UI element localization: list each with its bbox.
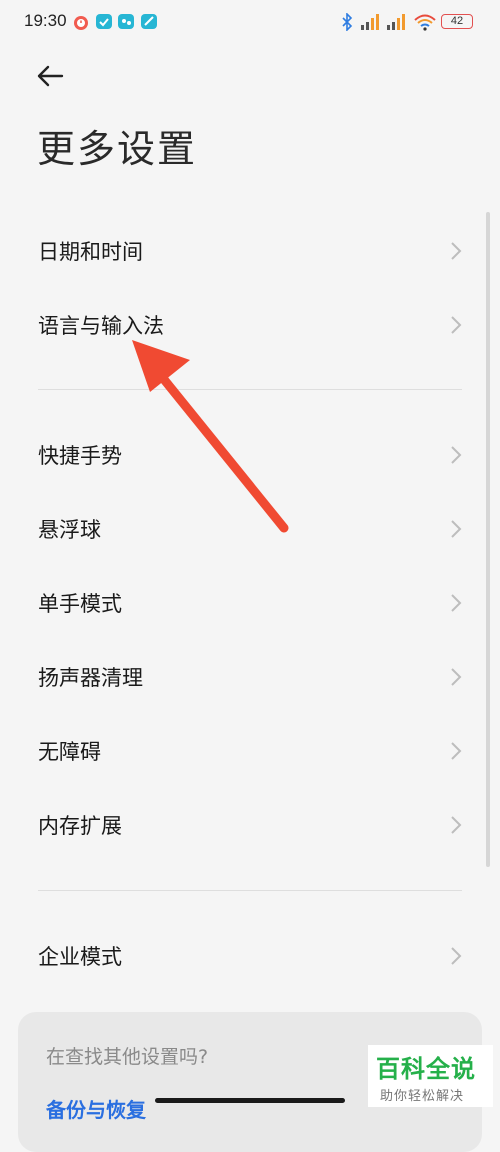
card-prompt: 在查找其他设置吗? bbox=[46, 1046, 209, 1068]
chevron-right-icon bbox=[451, 316, 462, 334]
setting-memory-extension[interactable]: 内存扩展 bbox=[0, 791, 500, 859]
status-bar: 19:30 42 bbox=[0, 0, 500, 44]
watermark-logo: 百科全说 助你轻松解决 bbox=[368, 1045, 493, 1107]
chevron-right-icon bbox=[451, 668, 462, 686]
alarm-icon bbox=[74, 16, 88, 30]
back-arrow-icon[interactable] bbox=[34, 60, 66, 92]
signal-icon bbox=[387, 14, 405, 30]
signal-icon bbox=[361, 14, 379, 30]
setting-speaker-cleanup[interactable]: 扬声器清理 bbox=[0, 643, 500, 711]
status-time: 19:30 bbox=[24, 11, 67, 30]
setting-label: 语言与输入法 bbox=[38, 314, 164, 338]
chevron-right-icon bbox=[451, 947, 462, 965]
backup-restore-link[interactable]: 备份与恢复 bbox=[46, 1094, 146, 1123]
setting-language-input[interactable]: 语言与输入法 bbox=[0, 291, 500, 359]
chevron-right-icon bbox=[451, 742, 462, 760]
chevron-right-icon bbox=[451, 594, 462, 612]
chevron-right-icon bbox=[451, 816, 462, 834]
setting-date-time[interactable]: 日期和时间 bbox=[0, 217, 500, 285]
setting-shortcut-gestures[interactable]: 快捷手势 bbox=[0, 421, 500, 489]
setting-label: 内存扩展 bbox=[38, 814, 122, 838]
setting-accessibility[interactable]: 无障碍 bbox=[0, 717, 500, 785]
watermark-title: 百科全说 bbox=[376, 1055, 476, 1083]
setting-label: 企业模式 bbox=[38, 945, 122, 969]
bluetooth-icon bbox=[342, 13, 353, 31]
setting-label: 快捷手势 bbox=[38, 444, 122, 468]
setting-label: 无障碍 bbox=[38, 740, 101, 764]
setting-label: 日期和时间 bbox=[38, 240, 143, 264]
setting-one-hand-mode[interactable]: 单手模式 bbox=[0, 569, 500, 637]
chevron-right-icon bbox=[451, 446, 462, 464]
setting-enterprise-mode[interactable]: 企业模式 bbox=[0, 922, 500, 990]
app-notification-icon bbox=[118, 14, 134, 29]
section-divider bbox=[38, 389, 462, 390]
setting-label: 单手模式 bbox=[38, 592, 122, 616]
battery-level: 42 bbox=[450, 15, 464, 27]
wifi-icon bbox=[414, 14, 436, 31]
section-divider bbox=[38, 890, 462, 891]
setting-label: 扬声器清理 bbox=[38, 666, 143, 690]
home-indicator[interactable] bbox=[155, 1098, 345, 1103]
app-notification-icon bbox=[96, 14, 112, 29]
chevron-right-icon bbox=[451, 242, 462, 260]
setting-floating-ball[interactable]: 悬浮球 bbox=[0, 495, 500, 563]
chevron-right-icon bbox=[451, 520, 462, 538]
watermark-subtitle: 助你轻松解决 bbox=[380, 1089, 465, 1104]
page-title: 更多设置 bbox=[37, 127, 198, 171]
setting-label: 悬浮球 bbox=[38, 518, 101, 542]
battery-icon: 42 bbox=[441, 14, 473, 29]
app-notification-icon bbox=[141, 14, 157, 29]
